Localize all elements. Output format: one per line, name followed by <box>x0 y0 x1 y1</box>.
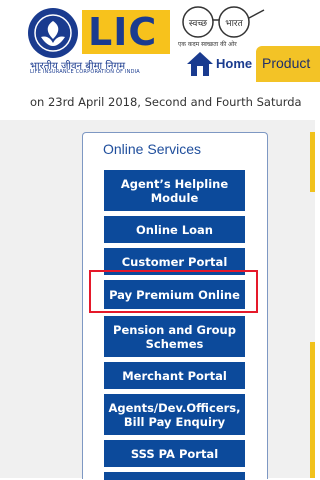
pay-premium-highlight-box <box>89 270 258 313</box>
next-service-button[interactable] <box>104 472 245 480</box>
agents-helpline-button[interactable]: Agent’s Helpline Module <box>104 170 245 211</box>
lic-logo[interactable]: LIC भारतीय जीवन बीमा निगम LIFE INSURANCE… <box>28 8 170 75</box>
pension-group-schemes-button[interactable]: Pension and Group Schemes <box>104 316 245 357</box>
online-loan-button[interactable]: Online Loan <box>104 216 245 243</box>
agents-helpline-label: Agent’s Helpline Module <box>120 176 229 205</box>
lic-emblem-icon <box>28 8 78 58</box>
tab-products[interactable]: Product <box>256 46 320 82</box>
swachh-left-text: स्वच्छ <box>189 19 208 29</box>
sss-pa-portal-label: SSS PA Portal <box>130 446 219 461</box>
home-icon <box>187 52 213 76</box>
right-yellow-panel-bottom <box>310 342 315 478</box>
bill-pay-enquiry-button[interactable]: Agents/Dev.Officers, Bill Pay Enquiry <box>104 394 245 435</box>
home-label: Home <box>216 56 253 71</box>
bill-pay-enquiry-label: Agents/Dev.Officers, Bill Pay Enquiry <box>108 400 241 429</box>
customer-portal-label: Customer Portal <box>121 254 228 269</box>
online-loan-label: Online Loan <box>135 222 213 237</box>
right-yellow-panel-top <box>310 132 315 192</box>
products-label: Product <box>262 55 311 71</box>
lic-logo-text: LIC <box>88 10 158 54</box>
swachh-bharat-logo: स्वच्छ भारत एक कदम स्वच्छता की ओर <box>178 4 268 48</box>
merchant-portal-button[interactable]: Merchant Portal <box>104 362 245 389</box>
ticker-text: on 23rd April 2018, Second and Fourth Sa… <box>30 95 302 109</box>
online-services-title: Online Services <box>103 141 202 157</box>
swachh-right-text: भारत <box>225 19 243 29</box>
site-header: LIC भारतीय जीवन बीमा निगम LIFE INSURANCE… <box>0 0 320 88</box>
lic-english-name: LIFE INSURANCE CORPORATION OF INDIA <box>30 69 140 75</box>
home-link[interactable]: Home <box>180 46 256 82</box>
swachh-glasses-icon: स्वच्छ भारत <box>182 6 265 38</box>
merchant-portal-label: Merchant Portal <box>122 368 227 383</box>
news-ticker: on 23rd April 2018, Second and Fourth Sa… <box>0 88 315 116</box>
right-column <box>310 132 315 478</box>
pension-group-schemes-label: Pension and Group Schemes <box>113 322 236 351</box>
sss-pa-portal-button[interactable]: SSS PA Portal <box>104 440 245 467</box>
